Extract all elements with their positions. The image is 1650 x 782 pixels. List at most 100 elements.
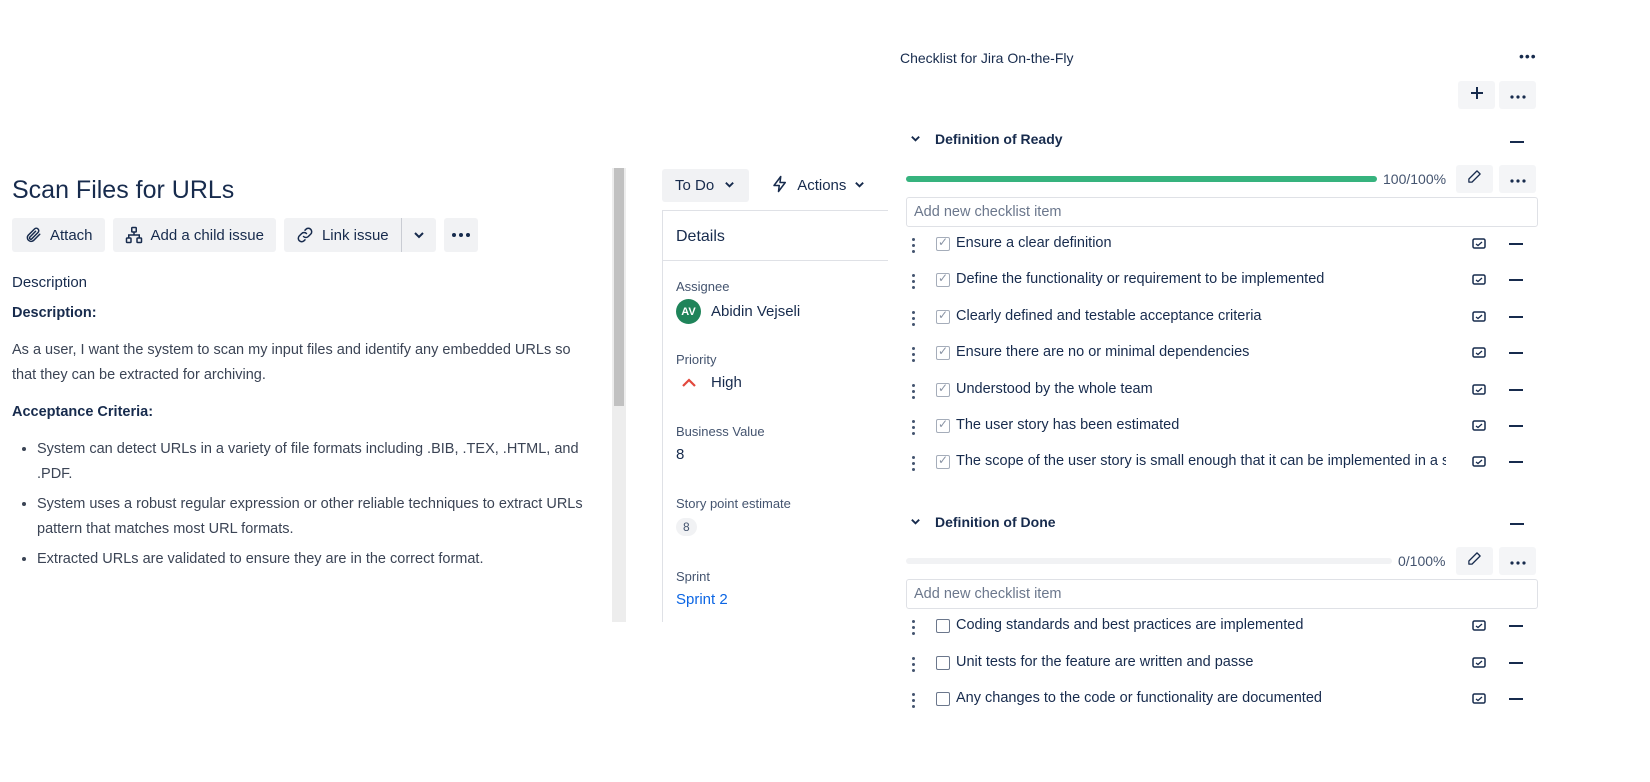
remove-item-icon[interactable]	[1509, 243, 1523, 245]
progress-label: 100/100%	[1383, 171, 1447, 187]
comment-icon[interactable]	[1472, 619, 1486, 637]
remove-item-icon[interactable]	[1509, 315, 1523, 318]
item-text[interactable]: Define the functionality or requirement …	[956, 271, 1446, 287]
remove-item-icon[interactable]	[1509, 425, 1523, 427]
checklist-options-button[interactable]	[1499, 81, 1536, 109]
business-value-field[interactable]: Business Value 8	[676, 424, 765, 463]
add-checklist-item-input[interactable]: Add new checklist item	[906, 579, 1538, 609]
comment-icon[interactable]	[1472, 419, 1486, 437]
item-text[interactable]: Understood by the whole team	[956, 381, 1446, 397]
comment-icon[interactable]	[1472, 346, 1486, 364]
item-text[interactable]: The user story has been estimated	[956, 417, 1446, 433]
item-checkbox[interactable]	[936, 619, 950, 633]
remove-item-icon[interactable]	[1509, 352, 1523, 355]
add-child-issue-button[interactable]: Add a child issue	[112, 218, 276, 252]
comment-icon[interactable]	[1472, 310, 1486, 328]
collapse-section-icon[interactable]	[1510, 141, 1524, 143]
drag-handle-icon[interactable]	[912, 420, 916, 438]
comment-icon[interactable]	[1472, 656, 1486, 674]
remove-item-icon[interactable]	[1509, 661, 1523, 664]
checklist-title: Checklist for Jira On-the-Fly	[900, 50, 1074, 66]
remove-item-icon[interactable]	[1509, 388, 1523, 391]
section-definition-of-ready[interactable]: Definition of Ready	[910, 131, 1063, 147]
checklist-item[interactable]: Define the functionality or requirement …	[906, 269, 1538, 297]
item-text[interactable]: Unit tests for the feature are written a…	[956, 654, 1446, 670]
comment-icon[interactable]	[1472, 692, 1486, 710]
more-actions-button[interactable]	[443, 218, 478, 252]
details-heading[interactable]: Details	[663, 211, 888, 261]
drag-handle-icon[interactable]	[912, 347, 916, 365]
item-checkbox[interactable]	[936, 308, 950, 324]
item-text[interactable]: Ensure there are no or minimal dependenc…	[956, 344, 1446, 360]
checklist-item[interactable]: Coding standards and best practices are …	[906, 615, 1538, 643]
checklist-item[interactable]: Understood by the whole team	[906, 379, 1538, 407]
checklist-item[interactable]: The user story has been estimated	[906, 415, 1538, 443]
drag-handle-icon[interactable]	[912, 656, 916, 675]
checklist-panel-more-icon[interactable]: •••	[1519, 48, 1537, 64]
more-icon	[1509, 86, 1526, 104]
scrollbar-thumb[interactable]	[614, 168, 624, 406]
item-text[interactable]: The scope of the user story is small eno…	[956, 453, 1446, 469]
drag-handle-icon[interactable]	[912, 310, 916, 329]
paperclip-icon	[24, 226, 42, 244]
checklist-item[interactable]: Ensure a clear definition	[906, 233, 1538, 261]
add-checklist-button[interactable]	[1458, 81, 1495, 109]
remove-item-icon[interactable]	[1509, 461, 1523, 464]
comment-icon[interactable]	[1472, 273, 1486, 291]
item-checkbox[interactable]	[936, 417, 950, 433]
business-value-label: Business Value	[676, 424, 765, 439]
collapse-section-icon[interactable]	[1510, 523, 1524, 525]
item-text[interactable]: Ensure a clear definition	[956, 235, 1446, 251]
drag-handle-icon[interactable]	[912, 238, 916, 256]
drag-handle-icon[interactable]	[912, 274, 916, 292]
section-definition-of-done[interactable]: Definition of Done	[910, 514, 1056, 530]
remove-item-icon[interactable]	[1509, 279, 1523, 282]
comment-icon[interactable]	[1472, 383, 1486, 401]
item-checkbox[interactable]	[936, 381, 950, 397]
priority-field[interactable]: Priority High	[676, 352, 742, 391]
attach-button[interactable]: Attach	[12, 218, 105, 252]
story-points-field[interactable]: Story point estimate 8	[676, 496, 791, 536]
description-editor[interactable]: Description: As a user, I want the syste…	[12, 301, 592, 577]
drag-handle-icon[interactable]	[912, 620, 916, 638]
item-checkbox[interactable]	[936, 655, 950, 670]
checklist-item[interactable]: Ensure there are no or minimal dependenc…	[906, 342, 1538, 370]
sprint-field[interactable]: Sprint Sprint 2	[676, 569, 728, 608]
actions-label: Actions	[797, 177, 847, 194]
item-checkbox[interactable]	[936, 235, 950, 251]
item-checkbox[interactable]	[936, 271, 950, 288]
section-options-button[interactable]	[1499, 165, 1536, 193]
item-text[interactable]: Any changes to the code or functionality…	[956, 690, 1446, 706]
checklist-item[interactable]: Unit tests for the feature are written a…	[906, 652, 1538, 680]
actions-button[interactable]: Actions	[771, 174, 865, 198]
checklist-item[interactable]: Clearly defined and testable acceptance …	[906, 306, 1538, 334]
add-checklist-item-input[interactable]: Add new checklist item	[906, 197, 1538, 227]
chevron-down-icon	[854, 177, 865, 194]
status-dropdown[interactable]: To Do	[662, 169, 750, 202]
drag-handle-icon[interactable]	[912, 383, 916, 402]
link-issue-dropdown[interactable]	[400, 218, 436, 252]
progress-fill	[906, 176, 1377, 182]
item-checkbox[interactable]	[936, 453, 950, 470]
checklist-item[interactable]: Any changes to the code or functionality…	[906, 688, 1538, 716]
comment-icon[interactable]	[1472, 237, 1486, 255]
link-issue-button[interactable]: Link issue	[283, 218, 401, 252]
edit-section-button[interactable]	[1456, 165, 1493, 193]
section-options-button[interactable]	[1499, 547, 1536, 575]
item-text[interactable]: Clearly defined and testable acceptance …	[956, 308, 1446, 324]
item-checkbox[interactable]	[936, 692, 950, 706]
remove-item-icon[interactable]	[1509, 625, 1523, 627]
comment-icon[interactable]	[1472, 455, 1486, 473]
item-text[interactable]: Coding standards and best practices are …	[956, 617, 1446, 633]
assignee-field[interactable]: Assignee AV Abidin Vejseli	[676, 279, 800, 324]
edit-section-button[interactable]	[1456, 547, 1493, 575]
drag-handle-icon[interactable]	[912, 456, 916, 474]
item-checkbox[interactable]	[936, 344, 950, 361]
issue-title[interactable]: Scan Files for URLs	[12, 176, 234, 205]
scrollbar[interactable]	[612, 168, 626, 622]
more-icon	[451, 232, 471, 238]
remove-item-icon[interactable]	[1509, 698, 1523, 700]
sprint-link[interactable]: Sprint 2	[676, 591, 728, 608]
drag-handle-icon[interactable]	[912, 693, 916, 711]
checklist-item[interactable]: The scope of the user story is small eno…	[906, 451, 1538, 479]
